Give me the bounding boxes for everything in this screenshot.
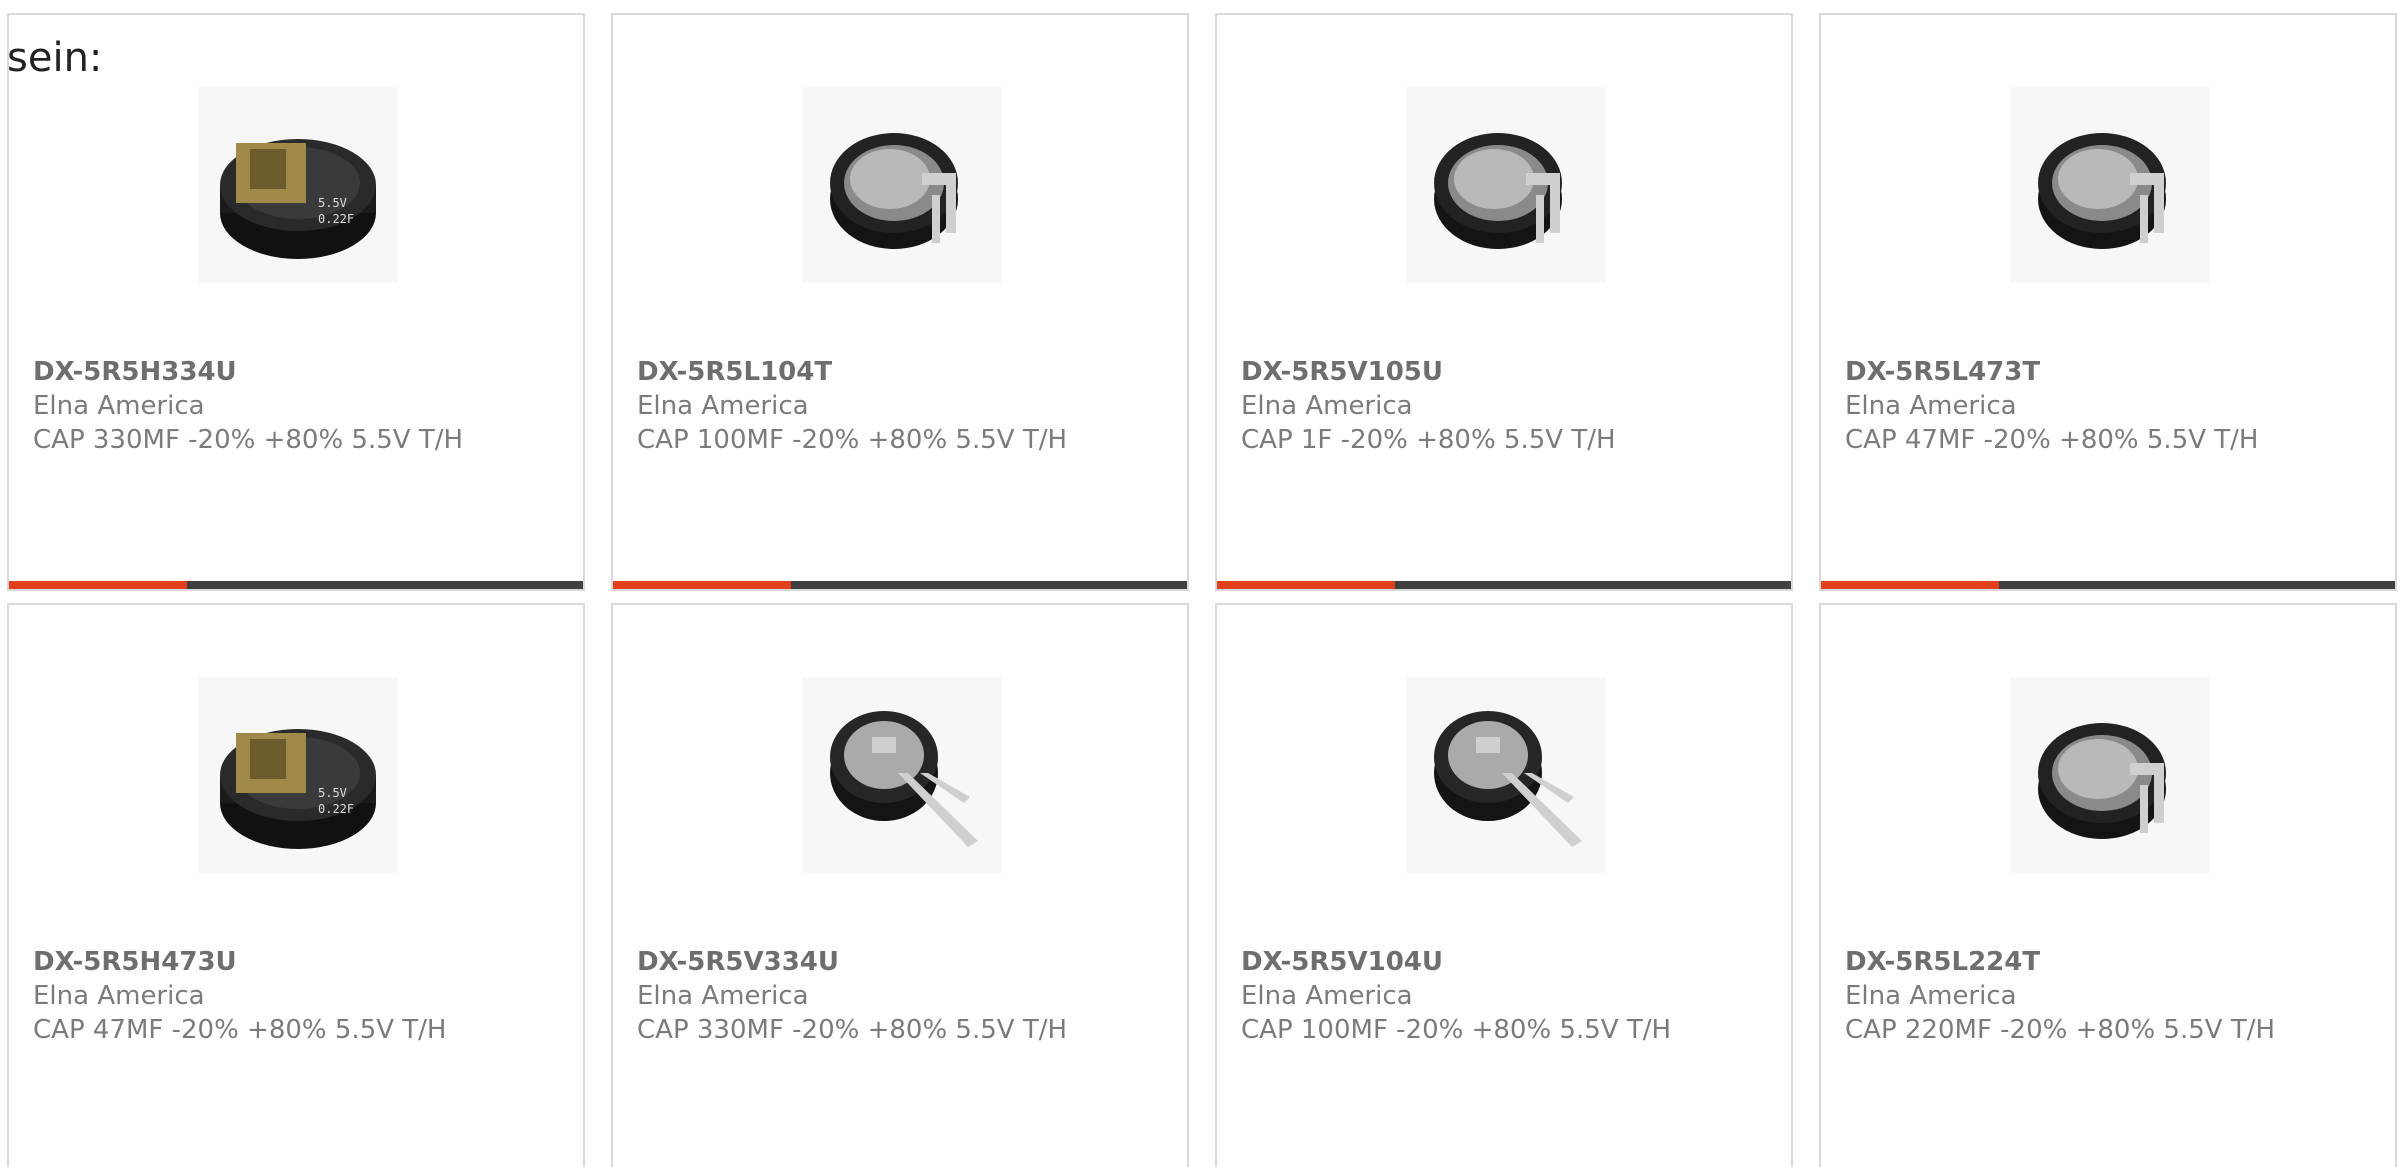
product-card[interactable]: DX-5R5L104T Elna America CAP 100MF -20% …	[611, 13, 1189, 591]
product-image[interactable]	[1406, 677, 1606, 873]
product-image[interactable]	[802, 677, 1002, 873]
description: CAP 220MF -20% +80% 5.5V T/H	[1845, 1015, 2276, 1045]
progress-bar	[1217, 581, 1791, 589]
product-info: DX-5R5L104T Elna America CAP 100MF -20% …	[637, 355, 1177, 457]
product-image[interactable]	[2010, 87, 2210, 283]
product-info: DX-5R5V104U Elna America CAP 100MF -20% …	[1241, 945, 1781, 1047]
part-number[interactable]: DX-5R5V104U	[1241, 945, 1781, 979]
part-number[interactable]: DX-5R5H473U	[33, 945, 573, 979]
progress-accent	[1821, 581, 1999, 589]
description: CAP 330MF -20% +80% 5.5V T/H	[637, 1015, 1068, 1045]
svg-text:0.22F: 0.22F	[318, 802, 354, 816]
product-card[interactable]: DX-5R5V104U Elna America CAP 100MF -20% …	[1215, 603, 1793, 1167]
description: CAP 330MF -20% +80% 5.5V T/H	[33, 425, 464, 455]
manufacturer: Elna America	[1241, 981, 1413, 1011]
capacitor-v-type-icon	[1434, 711, 1582, 847]
product-card[interactable]: DX-5R5V105U Elna America CAP 1F -20% +80…	[1215, 13, 1793, 591]
product-image[interactable]	[802, 87, 1002, 283]
part-number[interactable]: DX-5R5L104T	[637, 355, 1177, 389]
product-info: DX-5R5L224T Elna America CAP 220MF -20% …	[1845, 945, 2385, 1047]
product-info: DX-5R5V334U Elna America CAP 330MF -20% …	[637, 945, 1177, 1047]
capacitor-h-type-icon: 5.5V 0.22F	[220, 729, 376, 849]
part-number[interactable]: DX-5R5L473T	[1845, 355, 2385, 389]
product-card[interactable]: DX-5R5V334U Elna America CAP 330MF -20% …	[611, 603, 1189, 1167]
capacitor-h-type-icon: 5.5V 0.22F	[220, 139, 376, 259]
progress-accent	[9, 581, 187, 589]
product-card[interactable]: DX-5R5L224T Elna America CAP 220MF -20% …	[1819, 603, 2397, 1167]
product-info: DX-5R5H473U Elna America CAP 47MF -20% +…	[33, 945, 573, 1047]
part-number[interactable]: DX-5R5V334U	[637, 945, 1177, 979]
capacitor-l-type-icon	[830, 133, 958, 249]
capacitor-v-type-icon	[830, 711, 978, 847]
intro-text: sein:	[7, 35, 103, 81]
product-image[interactable]	[1406, 87, 1606, 283]
progress-bar	[1821, 581, 2395, 589]
svg-text:5.5V: 5.5V	[318, 786, 347, 800]
capacitor-l-type-icon	[2038, 723, 2166, 839]
svg-text:0.22F: 0.22F	[318, 212, 354, 226]
product-card[interactable]: 5.5V 0.22F DX-5R5H473U Elna America CAP …	[7, 603, 585, 1167]
description: CAP 47MF -20% +80% 5.5V T/H	[33, 1015, 447, 1045]
progress-bar	[613, 581, 1187, 589]
progress-accent	[1217, 581, 1395, 589]
product-image[interactable]: 5.5V 0.22F	[198, 677, 398, 873]
manufacturer: Elna America	[1845, 391, 2017, 421]
description: CAP 47MF -20% +80% 5.5V T/H	[1845, 425, 2259, 455]
description: CAP 100MF -20% +80% 5.5V T/H	[637, 425, 1068, 455]
description: CAP 1F -20% +80% 5.5V T/H	[1241, 425, 1616, 455]
manufacturer: Elna America	[637, 391, 809, 421]
manufacturer: Elna America	[637, 981, 809, 1011]
part-number[interactable]: DX-5R5L224T	[1845, 945, 2385, 979]
description: CAP 100MF -20% +80% 5.5V T/H	[1241, 1015, 1672, 1045]
manufacturer: Elna America	[1241, 391, 1413, 421]
manufacturer: Elna America	[1845, 981, 2017, 1011]
product-grid-page: sein: 5.5V 0.22F DX-5R5H334U Elna Americ…	[0, 0, 2400, 1167]
capacitor-l-type-icon	[1434, 133, 1562, 249]
product-info: DX-5R5V105U Elna America CAP 1F -20% +80…	[1241, 355, 1781, 457]
part-number[interactable]: DX-5R5V105U	[1241, 355, 1781, 389]
svg-text:5.5V: 5.5V	[318, 196, 347, 210]
progress-accent	[613, 581, 791, 589]
part-number[interactable]: DX-5R5H334U	[33, 355, 573, 389]
capacitor-l-type-icon	[2038, 133, 2166, 249]
product-card[interactable]: 5.5V 0.22F DX-5R5H334U Elna America CAP …	[7, 13, 585, 591]
manufacturer: Elna America	[33, 391, 205, 421]
progress-bar	[9, 581, 583, 589]
manufacturer: Elna America	[33, 981, 205, 1011]
product-image[interactable]	[2010, 677, 2210, 873]
product-image[interactable]: 5.5V 0.22F	[198, 87, 398, 283]
product-info: DX-5R5H334U Elna America CAP 330MF -20% …	[33, 355, 573, 457]
product-card[interactable]: DX-5R5L473T Elna America CAP 47MF -20% +…	[1819, 13, 2397, 591]
product-info: DX-5R5L473T Elna America CAP 47MF -20% +…	[1845, 355, 2385, 457]
